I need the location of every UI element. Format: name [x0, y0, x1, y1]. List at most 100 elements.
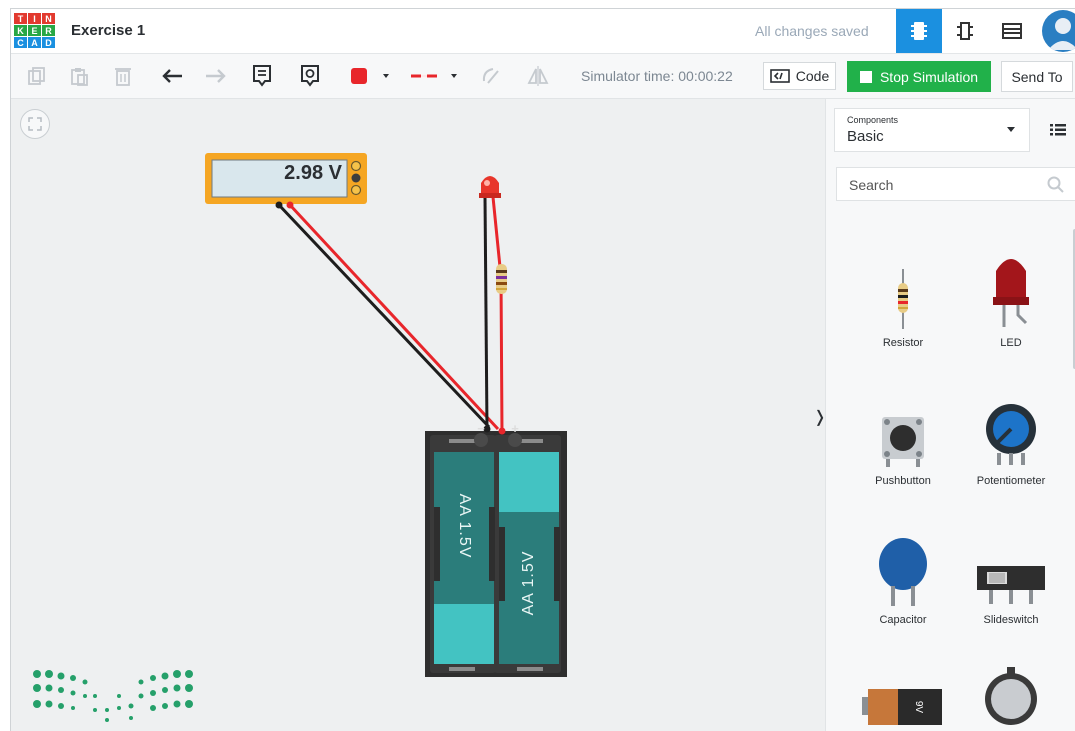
schematic-view-icon — [957, 22, 973, 40]
send-to-button[interactable]: Send To — [1001, 61, 1073, 92]
top-bar: TIN KER CAD Exercise 1 All changes saved — [11, 9, 1075, 54]
component-slideswitch[interactable]: Slideswitch — [956, 516, 1066, 626]
logo-letter: N — [42, 13, 55, 24]
slideswitch-icon — [977, 566, 1045, 604]
component-label: Resistor — [882, 337, 924, 349]
search-icon — [1047, 176, 1064, 193]
components-dropdown[interactable]: Components Basic — [834, 108, 1030, 152]
user-avatar-icon — [1048, 18, 1075, 50]
component-label: Pushbutton — [875, 475, 931, 487]
multimeter-black-wire[interactable] — [277, 203, 491, 429]
component-coin-cell-battery[interactable] — [956, 639, 1066, 729]
color-swatch-icon — [351, 68, 389, 84]
flip-button[interactable] — [525, 64, 551, 88]
logo-letter: E — [28, 25, 41, 36]
copy-icon — [28, 67, 45, 85]
undo-icon — [162, 69, 182, 83]
component-pushbutton[interactable]: Pushbutton — [848, 377, 958, 487]
logo-letter: K — [14, 25, 27, 36]
schematic-view-button[interactable] — [942, 9, 988, 53]
svg-text:9V: 9V — [913, 701, 924, 714]
logo-letter: A — [28, 37, 41, 48]
annotation-visibility-icon — [301, 65, 319, 87]
logo-letter: R — [42, 25, 55, 36]
resistor[interactable] — [496, 264, 507, 294]
led-icon — [993, 259, 1029, 327]
workplane-canvas[interactable]: 2.98 V − + AA 1.5V AA 1.5V — [11, 99, 825, 731]
list-view-toggle[interactable] — [1050, 123, 1066, 142]
component-list-icon — [1002, 23, 1022, 39]
component-led[interactable]: LED — [956, 239, 1066, 349]
battery-positive-label: + — [511, 421, 519, 436]
component-label: Capacitor — [879, 614, 927, 626]
circuit-view-icon — [911, 22, 927, 40]
battery-cell-2-label: AA 1.5V — [520, 550, 537, 616]
flip-icon — [527, 66, 549, 86]
delete-button[interactable] — [111, 64, 135, 88]
chevron-down-icon — [1007, 127, 1015, 132]
led-black-wire[interactable] — [483, 196, 489, 430]
list-view-icon — [1050, 124, 1066, 136]
component-label: Potentiometer — [976, 475, 1046, 487]
resistor-icon — [898, 269, 908, 329]
stop-icon — [859, 70, 872, 83]
circuit-diagram — [205, 153, 567, 678]
stop-simulation-button[interactable]: Stop Simulation — [847, 61, 991, 92]
code-button[interactable]: Code — [763, 62, 836, 90]
coin-cell-battery-icon — [985, 667, 1037, 725]
multimeter-reading: 2.98 V — [284, 162, 342, 184]
ministry-logo-watermark — [33, 670, 193, 722]
undo-button[interactable] — [161, 64, 185, 88]
notes-button[interactable] — [249, 64, 275, 88]
components-dropdown-value: Basic — [847, 128, 884, 145]
battery-cell-1-label: AA 1.5V — [456, 493, 473, 559]
component-capacitor[interactable]: Capacitor — [848, 516, 958, 626]
save-status: All changes saved — [755, 23, 869, 39]
code-button-label: Code — [795, 68, 830, 84]
pushbutton-icon — [882, 417, 924, 467]
battery-9v-icon: 9V — [862, 689, 942, 725]
potentiometer-icon — [986, 404, 1036, 465]
tinkercad-logo[interactable]: TIN KER CAD — [14, 13, 58, 49]
stop-simulation-label: Stop Simulation — [879, 68, 979, 85]
copy-button[interactable] — [25, 64, 49, 88]
wire-type-icon — [411, 74, 457, 78]
app-window: TIN KER CAD Exercise 1 All changes saved S… — [10, 8, 1075, 731]
annotation-button[interactable] — [297, 64, 323, 88]
component-potentiometer[interactable]: Potentiometer — [956, 377, 1066, 487]
search-input[interactable] — [847, 176, 1041, 194]
circuit-view-button[interactable] — [896, 9, 942, 53]
component-battery-9v[interactable]: 9V — [848, 639, 958, 729]
component-list-button[interactable] — [989, 9, 1035, 53]
logo-letter: T — [14, 13, 27, 24]
project-title[interactable]: Exercise 1 — [71, 22, 145, 39]
color-picker[interactable] — [345, 64, 401, 88]
code-icon — [769, 69, 790, 83]
battery-negative-label: − — [477, 421, 485, 436]
capacitor-icon — [879, 538, 927, 606]
rotate-button[interactable] — [477, 64, 503, 88]
user-avatar[interactable] — [1042, 10, 1075, 52]
logo-letter: C — [14, 37, 27, 48]
multimeter-red-wire[interactable] — [288, 203, 500, 431]
paste-button[interactable] — [67, 64, 91, 88]
components-dropdown-caption: Components — [847, 115, 899, 125]
components-panel: Components Basic Resistor LED Pushbutton… — [825, 99, 1075, 731]
component-search — [836, 167, 1075, 201]
led-red-wire[interactable] — [491, 196, 504, 434]
component-resistor[interactable]: Resistor — [848, 239, 958, 349]
wire-type-picker[interactable] — [403, 64, 467, 88]
rotate-icon — [482, 68, 499, 84]
redo-icon — [206, 69, 226, 83]
battery-holder[interactable] — [425, 425, 567, 678]
component-label: Slideswitch — [983, 614, 1039, 626]
component-label: LED — [1000, 337, 1022, 349]
logo-letter: I — [28, 13, 41, 24]
notes-icon — [253, 65, 271, 87]
logo-letter: D — [42, 37, 55, 48]
simulator-time: Simulator time: 00:00:22 — [581, 68, 733, 84]
redo-button[interactable] — [203, 64, 227, 88]
paste-icon — [71, 68, 88, 86]
trash-icon — [115, 68, 131, 86]
led[interactable] — [479, 176, 501, 198]
